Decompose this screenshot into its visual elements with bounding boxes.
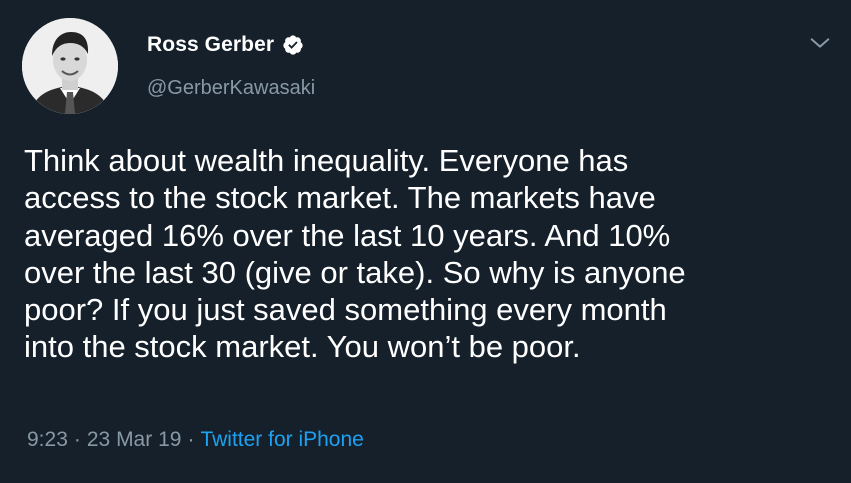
author-display-name[interactable]: Ross Gerber — [147, 33, 274, 57]
profile-photo-icon — [22, 18, 118, 114]
tweet-date[interactable]: 23 Mar 19 — [87, 428, 182, 452]
meta-separator: · — [73, 428, 81, 451]
tweet-text: Think about wealth inequality. Everyone … — [24, 143, 686, 365]
tweet-time[interactable]: 9:23 — [27, 428, 68, 452]
tweet-source-link[interactable]: Twitter for iPhone — [200, 428, 363, 452]
verified-badge-icon — [283, 35, 303, 55]
meta-separator: · — [187, 428, 195, 451]
avatar[interactable] — [22, 18, 118, 114]
tweet-card: Ross Gerber @GerberKawasaki Think about … — [0, 0, 851, 483]
chevron-down-icon[interactable] — [809, 32, 831, 54]
author-name-row[interactable]: Ross Gerber — [147, 30, 304, 60]
tweet-meta: 9:23 · 23 Mar 19 · Twitter for iPhone — [27, 428, 364, 452]
author-handle[interactable]: @GerberKawasaki — [147, 77, 315, 100]
